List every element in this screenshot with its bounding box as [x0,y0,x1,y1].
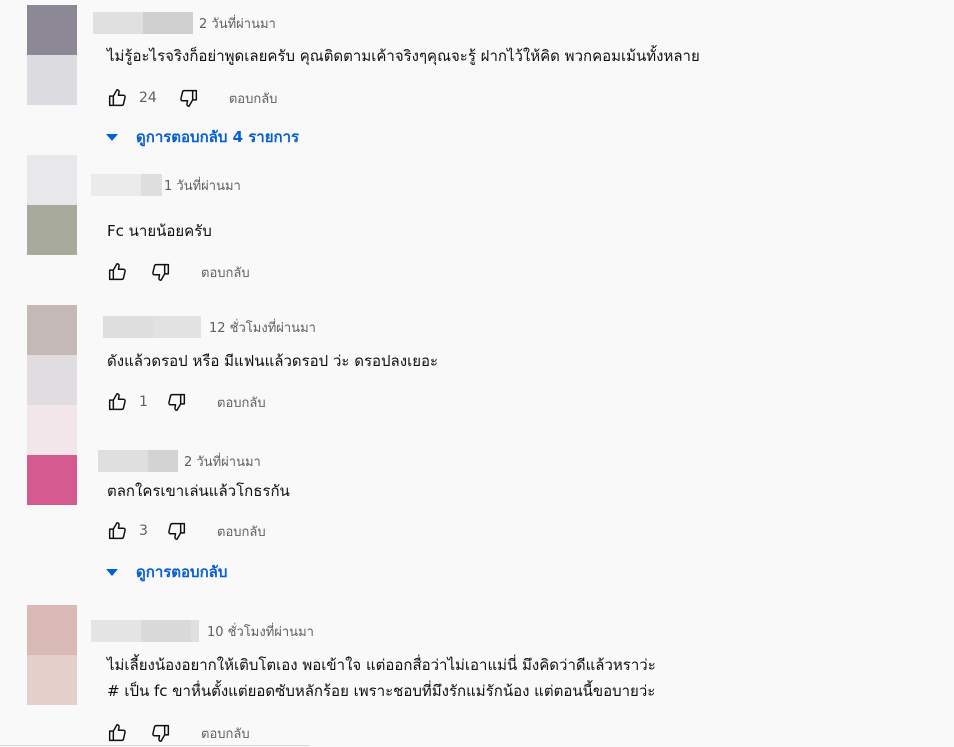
comment-actions: ตอบกลับ [105,720,250,746]
view-replies-label: ดูการตอบกลับ [136,563,228,581]
author-name[interactable] [98,450,178,472]
reply-button[interactable]: ตอบกลับ [201,723,250,744]
comment-timestamp[interactable]: 2 วันที่ผ่านมา [199,13,276,34]
view-replies-button[interactable]: ดูการตอบกลับ 4 รายการ [105,124,299,150]
view-replies-button[interactable]: ดูการตอบกลับ [105,559,227,585]
comment-text: Fc นายน้อยครับ [107,222,212,240]
reply-button[interactable]: ตอบกลับ [217,521,266,542]
like-count: 3 [139,523,148,539]
thumb-up-icon[interactable] [105,86,129,110]
comment-header: 12 ชั่วโมงที่ผ่านมา [103,316,316,338]
thumb-up-icon[interactable] [105,519,129,543]
thumb-down-icon[interactable] [165,519,189,543]
reply-button[interactable]: ตอบกลับ [217,392,266,413]
comment-text-line: # เป็น fc ขาหื่นตั้งแต่ยอดซับหลักร้อย เพ… [107,682,656,700]
comment-actions: 3 ตอบกลับ [105,518,266,544]
comment-timestamp[interactable]: 12 ชั่วโมงที่ผ่านมา [209,317,316,338]
comment-text: ดังแล้วดรอป หรือ มีแฟนแล้วดรอป ว่ะ ดรอปล… [107,352,439,370]
avatar[interactable] [27,155,77,255]
like-count: 1 [139,394,148,410]
comment-header: 10 ชั่วโมงที่ผ่านมา [91,620,314,642]
comments-section: 2 วันที่ผ่านมา ไม่รู้อะไรจริงก็อย่าพูดเล… [0,0,954,747]
triangle-down-icon [106,133,118,141]
author-name[interactable] [91,174,162,196]
view-replies-label: ดูการตอบกลับ 4 รายการ [136,128,300,146]
avatar[interactable] [27,455,77,505]
comment-timestamp[interactable]: 2 วันที่ผ่านมา [184,451,261,472]
avatar[interactable] [27,305,77,455]
comment-text: ตลกใครเขาเล่นแล้วโกธรกัน [107,482,290,500]
avatar[interactable] [27,5,77,105]
reply-button[interactable]: ตอบกลับ [201,262,250,283]
like-count: 24 [139,90,157,106]
comment-timestamp[interactable]: 10 ชั่วโมงที่ผ่านมา [207,621,314,642]
comment-header: 2 วันที่ผ่านมา [93,12,276,34]
thumb-up-icon[interactable] [105,390,129,414]
reply-button[interactable]: ตอบกลับ [229,88,278,109]
thumb-up-icon[interactable] [105,260,129,284]
thumb-up-icon[interactable] [105,721,129,745]
thumb-down-icon[interactable] [165,390,189,414]
avatar[interactable] [27,605,77,705]
divider [0,745,310,746]
thumb-down-icon[interactable] [149,721,173,745]
author-name[interactable] [93,12,193,34]
comment-timestamp[interactable]: 1 วันที่ผ่านมา [164,175,241,196]
triangle-down-icon [106,568,118,576]
comment-actions: 1 ตอบกลับ [105,389,266,415]
comment-text: ไม่รู้อะไรจริงก็อย่าพูดเลยครับ คุณติดตาม… [107,47,700,65]
comment-text-line: ไม่เลี้ยงน้องอยากให้เติบโตเอง พอเข้าใจ แ… [107,656,656,674]
author-name[interactable] [91,620,199,642]
comment-header: 1 วันที่ผ่านมา [91,174,241,196]
comment-actions: 24 ตอบกลับ [105,85,277,111]
thumb-down-icon[interactable] [177,86,201,110]
thumb-down-icon[interactable] [149,260,173,284]
comment-header: 2 วันที่ผ่านมา [98,450,261,472]
author-name[interactable] [103,316,201,338]
comment-actions: ตอบกลับ [105,259,250,285]
